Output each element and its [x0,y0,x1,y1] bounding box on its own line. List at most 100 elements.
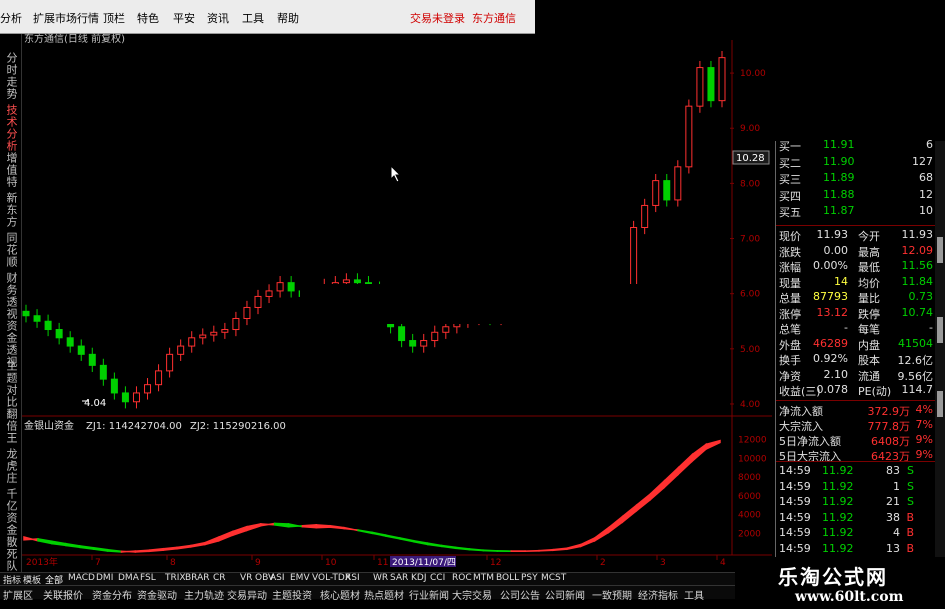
function-tab[interactable]: 公司新闻 [545,587,585,602]
tick-volume: 4 [893,526,900,539]
stat-label: 收益(三) [779,385,821,398]
menu-pingan[interactable]: 平安 [173,10,195,26]
ribbon-segment [454,546,471,551]
tab-tonghuashun[interactable]: 同花顺 [2,232,20,268]
date-start-label: 2013年 [26,556,58,568]
indicator-tab[interactable]: VR [240,573,252,583]
indicator-tab[interactable]: WR [373,573,388,583]
function-tab[interactable]: 资金分布 [92,587,132,602]
candle-body [132,392,140,403]
indicator-tab[interactable]: ROC [452,573,472,583]
stat-value: - [929,321,933,334]
flow-label: 净流入额 [779,405,823,418]
tab-double-king[interactable]: 翻倍王 [2,408,20,444]
tab-financial[interactable]: 财务透视 [2,272,20,320]
menu-help[interactable]: 帮助 [277,10,299,26]
menu-features[interactable]: 特色 [137,10,159,26]
kline-chart[interactable]: 10.00 9.00 8.00 7.00 6.00 5.00 4.00 10.28 4.04… [22,40,772,575]
candle-body [420,340,428,347]
indicator-tab[interactable]: DMI [96,573,113,583]
right-scroll-strip[interactable] [935,141,945,561]
candle-body [431,331,439,342]
ribbon-segment [524,549,540,553]
function-tab[interactable]: 热点题材 [364,587,404,602]
function-tab[interactable]: 主题投资 [272,587,312,602]
tab-technical[interactable]: 技术分析 [2,104,20,152]
tab-theme-compare[interactable]: 主题对比 [2,360,20,408]
stat-value: 12.6亿 [897,354,934,367]
tab-dead-team[interactable]: 散死队 [2,536,20,572]
tab-intraday[interactable]: 分时走势 [2,52,20,100]
login-status[interactable]: 交易未登录 [410,10,465,26]
indicator-tick-label: 12000 [738,436,767,446]
indicator-tab[interactable]: ASI [270,573,285,583]
candle-body [121,392,129,403]
function-tab[interactable]: 主力轨迹 [184,587,224,602]
function-tab[interactable]: 大宗交易 [452,587,492,602]
stat-row: 涨停 13.12 跌停 10.74 [776,306,936,321]
candle-body [409,340,417,347]
indicator-tab[interactable]: EMV [290,573,310,583]
function-tab[interactable]: 公司公告 [500,587,540,602]
menu-extended-market[interactable]: 扩展市场行情 [33,10,99,26]
menu-info[interactable]: 资讯 [207,10,229,26]
indicator-name: 金银山资金 [24,419,74,432]
stat-value: 114.7 [901,383,934,396]
function-tab[interactable]: 经济指标 [638,587,678,602]
indicator-tick-label: 8000 [738,473,761,483]
indicator-tab[interactable]: CR [213,573,226,583]
stat-value: 10.74 [901,305,934,319]
tab-billion-funds[interactable]: 千亿资金 [2,488,20,536]
indicator-tab[interactable]: RSI [345,573,360,583]
indicator-tab[interactable]: KDJ [411,573,427,583]
stat-value: 12.09 [901,243,934,257]
function-tab[interactable]: 核心题材 [320,587,360,602]
function-tab[interactable]: 行业新闻 [409,587,449,602]
bid-label: 买一 [779,140,801,153]
tab-new-oriental[interactable]: 新东方 [2,192,20,228]
indicator-tab[interactable]: TRIX [165,573,186,583]
candle-body [188,337,196,347]
function-tab[interactable]: 资金驱动 [137,587,177,602]
indicator-tab[interactable]: DMA [118,573,139,583]
function-tab[interactable]: 交易异动 [227,587,267,602]
indicator-tab[interactable]: PSY [521,573,538,583]
menu-bar: 分析 扩展市场行情 顶栏 特色 平安 资讯 工具 帮助 交易未登录 东方通信 [0,0,535,34]
menu-analysis[interactable]: 分析 [0,10,22,26]
menu-top-bar[interactable]: 顶栏 [103,10,125,26]
candle-body [663,180,671,201]
menu-tools[interactable]: 工具 [242,10,264,26]
indicator-tab[interactable]: MTM [473,573,494,583]
panel-separator [776,461,936,462]
ribbon-segment [552,547,568,552]
stat-row: 净资 2.10 流通 9.56亿 [776,368,936,383]
stat-value: 9.56亿 [897,369,934,383]
bid-volume: 68 [919,171,933,184]
indicator-tab[interactable]: BRAR [185,573,209,583]
ribbon-segment [385,534,401,540]
stat-value: 11.93 [816,228,849,241]
candle-body [442,326,450,333]
flow-pct: 7% [915,418,933,431]
function-tab[interactable]: 关联报价 [43,587,83,602]
indicator-tab[interactable]: MCST [541,573,566,583]
indicator-tab[interactable]: MACD [68,573,95,583]
price-tick-label: 8.00 [740,179,760,189]
indicator-tab[interactable]: SAR [390,573,408,583]
indicator-tab[interactable]: FSL [140,573,156,583]
tick-price: 11.92 [822,495,854,508]
stat-value: 13.12 [816,305,849,319]
ribbon-segment [566,543,582,551]
ribbon-segment [273,522,290,528]
bid-label: 买三 [779,173,801,186]
function-tab[interactable]: 一致预期 [592,587,632,602]
function-tab[interactable]: 扩展区 [3,587,33,602]
stat-label: 现价 [779,230,801,243]
tab-dragon-tiger[interactable]: 龙虎庄 [2,448,20,484]
indicator-tab[interactable]: BOLL [496,573,519,583]
flow-row: 大宗流入 777.8万 7% [776,418,936,433]
tab-value-added[interactable]: 增值特 [2,152,20,188]
indicator-tab[interactable]: CCI [430,573,445,583]
function-tab[interactable]: 工具 [684,587,704,602]
ribbon-segment [607,514,624,534]
